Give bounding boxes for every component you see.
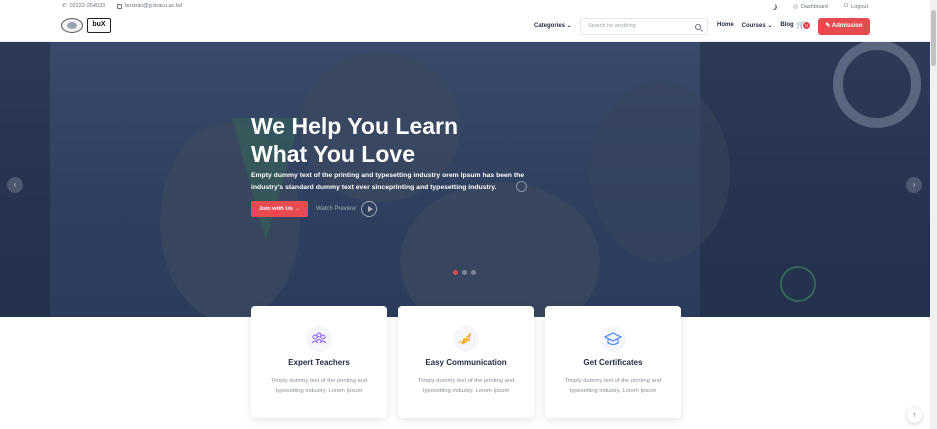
slider-dot-1[interactable] — [453, 270, 458, 275]
cart-count-badge: 0 — [803, 22, 810, 29]
nav-courses[interactable]: Courses ⌄ — [742, 22, 773, 29]
slider-dot-2[interactable] — [462, 270, 467, 275]
graduation-cap-icon — [600, 326, 626, 352]
slider-next-arrow[interactable]: › — [906, 177, 922, 193]
dashboard-link[interactable]: ◎ Dashboard — [793, 4, 828, 10]
search-box — [580, 18, 708, 35]
slider-dot-3[interactable] — [471, 270, 476, 275]
feature-text: Timply dummy text of the printing and ty… — [417, 378, 515, 394]
hero-title: We Help You Learn What You Love — [251, 113, 459, 167]
nav-blog[interactable]: Blog — [780, 22, 793, 29]
logout-icon: ⏻ — [843, 3, 849, 9]
phone-icon: ✆ — [62, 3, 67, 9]
slider-prev-arrow[interactable]: ‹ — [7, 177, 23, 193]
feature-title: Get Certificates — [583, 358, 643, 367]
search-input[interactable] — [588, 23, 688, 29]
top-bar: ✆ 02222-264033 bustrac@g.bracu.ac.bd ◎ Das… — [0, 0, 930, 12]
main-navbar: buX Categories ⌄ Home Courses ⌄ Blog 🛒 0… — [0, 12, 930, 42]
join-with-us-button[interactable]: Join with Us → — [251, 201, 308, 217]
bux-logo[interactable]: buX — [87, 18, 111, 33]
feature-title: Easy Communication — [425, 358, 507, 367]
decor-green-ring — [780, 266, 816, 302]
watch-preview-link[interactable]: Watch Preview — [316, 206, 356, 212]
hero-banner: ‹ › We Help You Learn What You Love Empt… — [0, 42, 930, 317]
play-icon[interactable] — [361, 201, 377, 217]
hero-photo-figure — [400, 182, 600, 317]
teachers-icon — [306, 326, 332, 352]
slider-dots — [453, 270, 476, 275]
search-icon[interactable] — [695, 24, 701, 30]
dashboard-icon: ◎ — [793, 3, 798, 10]
dark-mode-icon[interactable] — [771, 4, 777, 10]
feature-text: Timply dummy text of the printing and ty… — [270, 378, 368, 394]
hero-description: Empty dummy text of the printing and typ… — [251, 172, 525, 191]
hero-photo-figure — [590, 82, 730, 262]
scrollbar-thumb[interactable] — [931, 10, 936, 66]
nav-home[interactable]: Home — [717, 22, 734, 29]
university-logo[interactable] — [61, 18, 83, 33]
feature-card: Get Certificates Timply dummy text of th… — [545, 306, 681, 418]
rocket-icon — [453, 326, 479, 352]
feature-card: Easy Communication Timply dummy text of … — [398, 306, 534, 418]
feature-card: Expert Teachers Timply dummy text of the… — [251, 306, 387, 418]
phone-contact[interactable]: ✆ 02222-264033 — [62, 3, 105, 9]
feature-text: Timply dummy text of the printing and ty… — [564, 378, 662, 394]
admission-button[interactable]: ✎ Admission — [818, 18, 870, 35]
categories-dropdown[interactable]: Categories ⌄ — [534, 22, 572, 29]
logout-link[interactable]: ⏻ Logout — [844, 3, 868, 10]
email-contact[interactable]: bustrac@g.bracu.ac.bd — [117, 3, 182, 9]
decor-ring — [833, 42, 921, 128]
mail-icon — [117, 3, 123, 9]
feature-cards: Expert Teachers Timply dummy text of the… — [251, 306, 681, 418]
feature-title: Expert Teachers — [288, 358, 350, 367]
scroll-to-top-button[interactable]: ↑ — [907, 408, 922, 423]
nav-links: Home Courses ⌄ Blog — [717, 22, 794, 29]
